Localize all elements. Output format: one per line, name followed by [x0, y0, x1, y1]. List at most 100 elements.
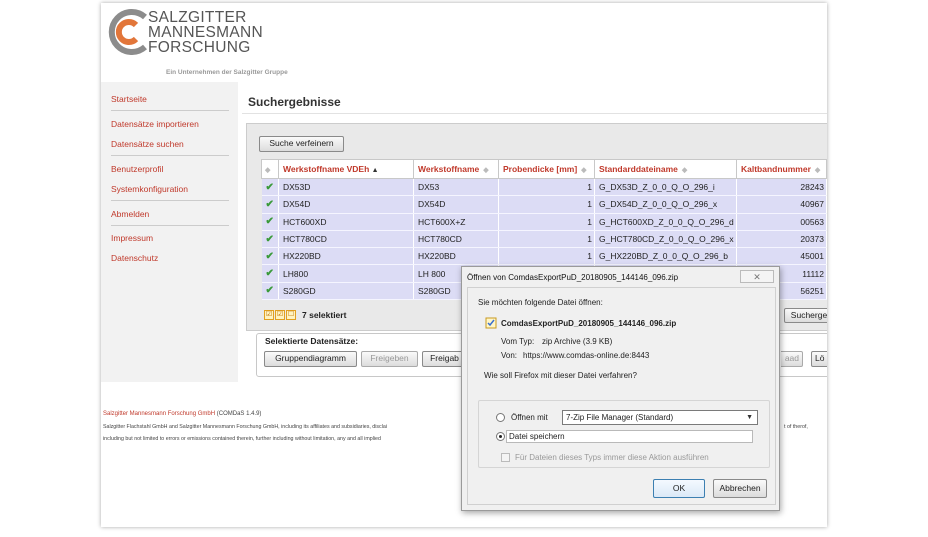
dialog-title: Öffnen von ComdasExportPuD_20180905_1441… [467, 273, 679, 282]
sidebar-item-profile[interactable]: Benutzerprofil [111, 164, 163, 174]
check-icon[interactable]: ✔ [261, 195, 279, 214]
sidebar-divider [111, 110, 229, 111]
selected-count: 7 selektiert [302, 310, 347, 320]
cell-vdeh: DX53D [278, 178, 414, 197]
sidebar-item-search[interactable]: Datensätze suchen [111, 139, 184, 149]
logo-line: MANNESMANN [148, 24, 263, 41]
open-with-select[interactable]: 7-Zip File Manager (Standard) ▼ [562, 410, 758, 425]
sidebar-item-privacy[interactable]: Datenschutz [111, 253, 158, 263]
col-header-label: Probendicke [mm] [503, 164, 578, 174]
footer-version: (COMDaS 1.4.9) [216, 411, 262, 417]
cancel-button[interactable]: Abbrechen [713, 479, 767, 498]
logo-subtitle: Ein Unternehmen der Salzgitter Gruppe [166, 69, 288, 76]
col-header-vdeh[interactable]: Werkstoffname VDEh ▲ [278, 159, 414, 179]
from-value: https://www.comdas-online.de:8443 [523, 351, 650, 360]
col-header-file[interactable]: Standarddateiname ◆ [594, 159, 737, 179]
dialog-question: Sie möchten folgende Datei öffnen: [478, 298, 603, 307]
check-icon[interactable]: ✔ [261, 247, 279, 266]
download-button-partial[interactable]: aad [781, 351, 803, 367]
type-value: zip Archive (3.9 KB) [542, 337, 613, 346]
sidebar-item-import[interactable]: Datensätze importieren [111, 119, 199, 129]
cell-band: 40967 [736, 195, 827, 214]
dialog-body: Sie möchten folgende Datei öffnen: Comda… [467, 287, 776, 505]
footer-disclaimer-tail: t of therof, [784, 424, 808, 430]
refine-search-button[interactable]: Suche verfeinern [259, 136, 344, 152]
sort-icon: ◆ [581, 167, 587, 174]
col-header-label: Werkstoffname VDEh [283, 164, 370, 174]
footer-disclaimer: Salzgitter Flachstahl GmbH and Salzgitte… [103, 424, 388, 430]
table-row[interactable]: ✔ HCT600XD HCT600X+Z 1 G_HCT600XD_Z_0_0_… [261, 213, 827, 231]
select-all-icon[interactable]: ☑ ☑ ☐ [264, 310, 296, 321]
remember-label: Für Dateien dieses Typs immer diese Akti… [515, 453, 709, 462]
close-icon[interactable]: ✕ [740, 270, 774, 283]
cell-file: G_HCT600XD_Z_0_0_Q_O_296_d [594, 213, 737, 231]
col-header-label: Werkstoffname [418, 164, 480, 174]
save-file-label[interactable]: Datei speichern [509, 432, 565, 441]
cell-thickness: 1 [498, 195, 595, 214]
radio-save-file[interactable] [496, 432, 505, 441]
col-header-thickness[interactable]: Probendicke [mm] ◆ [498, 159, 595, 179]
table-row[interactable]: ✔ DX54D DX54D 1 G_DX54D_Z_0_0_Q_O_296_x … [261, 195, 827, 214]
cell-vdeh: DX54D [278, 195, 414, 214]
check-icon[interactable]: ✔ [261, 230, 279, 249]
sidebar-divider [111, 155, 229, 156]
sidebar-divider [111, 200, 229, 201]
chevron-down-icon: ▼ [746, 414, 753, 421]
ok-button[interactable]: OK [653, 479, 705, 498]
cell-name: HCT600X+Z [413, 213, 499, 231]
col-header-label: Standarddateiname [599, 164, 678, 174]
check-icon[interactable]: ✔ [261, 213, 279, 231]
table-row[interactable]: ✔ HCT780CD HCT780CD 1 G_HCT780CD_Z_0_0_Q… [261, 230, 827, 249]
sort-asc-icon: ▲ [371, 167, 379, 174]
sort-icon: ◆ [681, 167, 688, 174]
open-with-label: Öffnen mit [511, 413, 548, 422]
cell-thickness: 1 [498, 178, 595, 197]
col-header-name[interactable]: Werkstoffname ◆ [413, 159, 499, 179]
delete-button-partial[interactable]: Lö [811, 351, 827, 367]
cell-thickness: 1 [498, 247, 595, 266]
logo-line: SALZGITTER [148, 9, 247, 26]
table-row[interactable]: ✔ HX220BD HX220BD 1 G_HX220BD_Z_0_0_Q_O_… [261, 247, 827, 266]
table-row[interactable]: ✔ DX53D DX53 1 G_DX53D_Z_0_0_Q_O_296_i 2… [261, 178, 827, 197]
sidebar-item-impressum[interactable]: Impressum [111, 233, 153, 243]
cell-vdeh: HCT600XD [278, 213, 414, 231]
sidebar-item-logout[interactable]: Abmelden [111, 209, 149, 219]
cell-band: 20373 [736, 230, 827, 249]
cell-band: 00563 [736, 213, 827, 231]
search-results-button[interactable]: Sucherge [784, 308, 827, 323]
radio-open-with[interactable] [496, 413, 505, 422]
footer-disclaimer-2: including but not limited to errors or e… [103, 436, 381, 442]
logo-icon [108, 9, 147, 55]
check-icon[interactable]: ✔ [261, 178, 279, 197]
dialog-filename: ComdasExportPuD_20180905_144146_096.zip [501, 319, 677, 328]
remember-checkbox[interactable] [501, 453, 510, 462]
selected-section-title: Selektierte Datensätze: [263, 336, 361, 346]
cell-thickness: 1 [498, 213, 595, 231]
check-icon[interactable]: ✔ [261, 282, 279, 301]
cell-name: DX53 [413, 178, 499, 197]
release-button[interactable]: Freigeben [361, 351, 418, 367]
cell-band: 45001 [736, 247, 827, 266]
zip-file-icon [485, 317, 497, 329]
page-title: Suchergebnisse [248, 95, 341, 109]
from-label: Von: [501, 351, 518, 360]
table-header-row: ◆ Werkstoffname VDEh ▲ Werkstoffname ◆ Pr… [261, 159, 827, 179]
sidebar-item-startseite[interactable]: Startseite [111, 94, 147, 104]
cell-name: HX220BD [413, 247, 499, 266]
cell-vdeh: S280GD [278, 282, 414, 301]
footer-company[interactable]: Salzgitter Mannesmann Forschung GmbH [103, 411, 215, 417]
col-header-band[interactable]: Kaltbandnummer ◆ [736, 159, 827, 179]
group-diagram-button[interactable]: Gruppendiagramm [264, 351, 357, 367]
logo-wordmark: SALZGITTER MANNESMANN FORSCHUNG [148, 9, 263, 56]
footer-company-line: Salzgitter Mannesmann Forschung GmbH (CO… [103, 411, 261, 417]
sidebar-item-config[interactable]: Systemkonfiguration [111, 184, 188, 194]
check-icon[interactable]: ✔ [261, 264, 279, 283]
type-label: Vom Typ: [501, 337, 535, 346]
cell-thickness: 1 [498, 230, 595, 249]
cell-file: G_DX54D_Z_0_0_Q_O_296_x [594, 195, 737, 214]
col-header-label: Kaltbandnummer [741, 164, 811, 174]
logo-line: FORSCHUNG [148, 39, 251, 56]
cell-file: G_HCT780CD_Z_0_0_Q_O_296_x [594, 230, 737, 249]
sort-icon-header[interactable]: ◆ [261, 159, 279, 179]
cell-vdeh: HCT780CD [278, 230, 414, 249]
